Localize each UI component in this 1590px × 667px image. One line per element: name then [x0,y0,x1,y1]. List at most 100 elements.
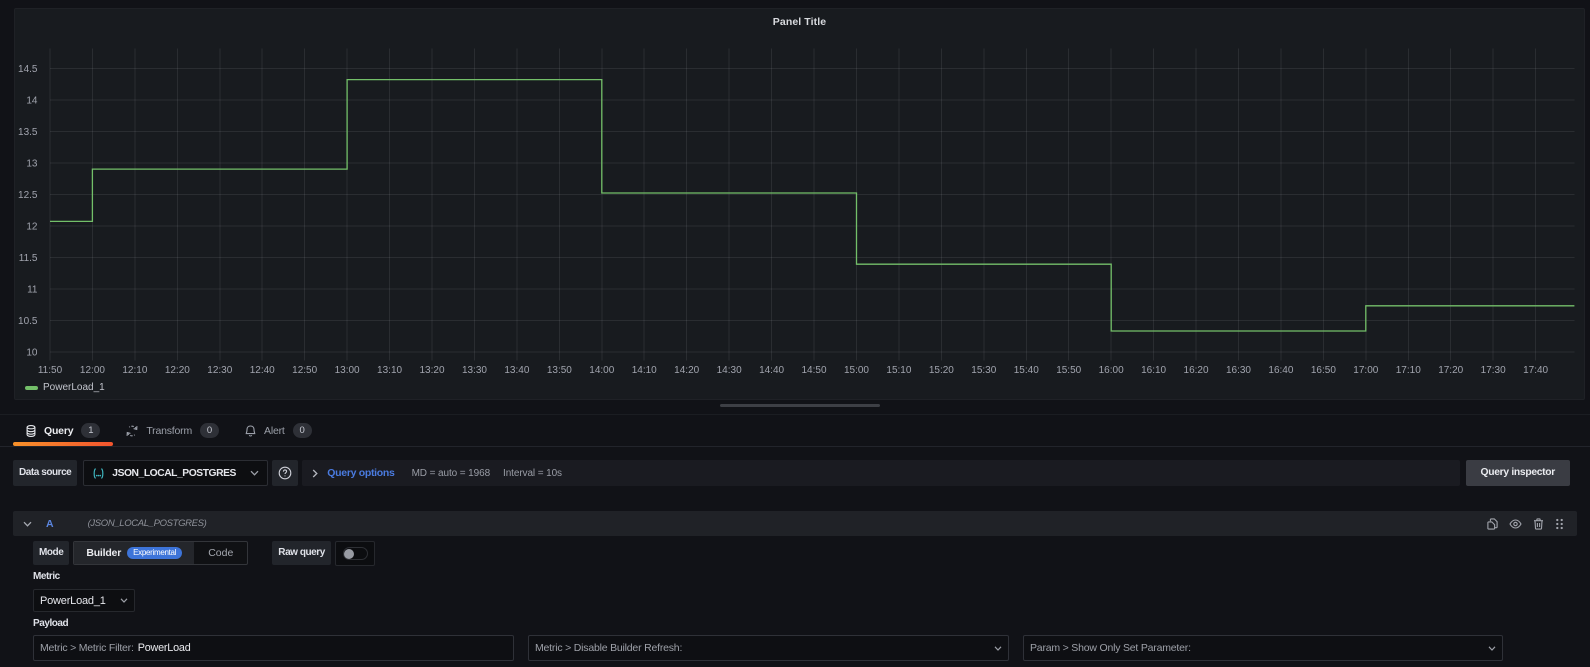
chevron-down-icon [1488,646,1496,651]
svg-text:12:50: 12:50 [292,365,317,376]
svg-text:13:00: 13:00 [335,365,360,376]
database-icon [26,425,36,437]
chevron-right-icon [312,469,318,478]
timeseries-panel: 1010.51111.51212.51313.51414.511:5012:00… [14,8,1585,400]
chevron-down-icon [250,470,259,476]
remove-query-trash-icon[interactable] [1533,518,1544,530]
svg-text:12:40: 12:40 [250,365,275,376]
tab-query[interactable]: Query 1 [13,415,113,446]
mode-option-code[interactable]: Code [194,542,247,564]
metric-select[interactable]: PowerLoad_1 [33,589,135,612]
svg-text:12:10: 12:10 [122,365,147,376]
collapse-chevron-icon[interactable] [23,521,32,527]
chevron-down-icon [120,598,128,603]
svg-text:17:10: 17:10 [1396,365,1421,376]
tab-transform-counter: 0 [200,423,219,438]
tab-query-label: Query [44,425,73,437]
datasource-picker[interactable]: JSON_LOCAL_POSTGRES [83,460,268,486]
query-options-label: Query options [327,467,394,479]
datasource-help-button[interactable] [272,460,298,486]
svg-text:11:50: 11:50 [38,365,63,376]
active-tab-underline [13,442,113,446]
svg-text:13:30: 13:30 [462,365,487,376]
tab-alert-counter: 0 [293,423,312,438]
svg-text:16:40: 16:40 [1268,365,1293,376]
svg-text:13.5: 13.5 [18,127,38,138]
svg-text:14: 14 [26,95,38,106]
mode-row: Mode Builder Experimental Code Raw query [33,541,375,565]
svg-text:15:00: 15:00 [844,365,869,376]
editor-tabbar: Query 1 Transform 0 Alert 0 [0,415,1590,447]
hide-response-eye-icon[interactable] [1509,519,1522,529]
metric-select-value: PowerLoad_1 [40,595,106,607]
payload-label: Payload [33,618,68,629]
svg-text:13: 13 [26,158,38,169]
payload-field-show-only-set-parameter[interactable]: Param > Show Only Set Parameter: [1023,635,1503,661]
code-option-label: Code [208,547,233,559]
svg-text:17:20: 17:20 [1438,365,1463,376]
datasource-label: Data source [13,460,77,486]
svg-text:14:50: 14:50 [802,365,827,376]
svg-text:16:30: 16:30 [1226,365,1251,376]
svg-text:10: 10 [26,347,38,358]
svg-text:15:20: 15:20 [929,365,954,376]
legend-series-label[interactable]: PowerLoad_1 [43,382,105,393]
svg-text:14.5: 14.5 [18,64,38,75]
query-inspector-button[interactable]: Query inspector [1466,460,1570,486]
panel-title: Panel Title [15,16,1584,28]
mode-radio-group: Builder Experimental Code [73,541,248,565]
mode-option-builder[interactable]: Builder Experimental [74,542,194,564]
query-row-header[interactable]: A (JSON_LOCAL_POSTGRES) [13,511,1577,536]
svg-text:16:50: 16:50 [1311,365,1336,376]
query-options-md: MD = auto = 1968 [412,468,490,479]
query-row-actions [1487,518,1564,530]
svg-text:15:10: 15:10 [886,365,911,376]
builder-option-label: Builder [86,547,121,559]
raw-query-label: Raw query [272,541,331,565]
svg-text:11: 11 [27,284,38,295]
payload-fields: Metric > Metric Filter: PowerLoad Metric… [33,635,1503,661]
experimental-badge: Experimental [127,547,182,559]
svg-text:17:40: 17:40 [1523,365,1548,376]
svg-text:13:50: 13:50 [547,365,572,376]
duplicate-query-icon[interactable] [1487,518,1498,530]
tab-query-counter: 1 [81,423,100,438]
query-datasource-hint: (JSON_LOCAL_POSTGRES) [88,518,207,529]
query-toolbar: Data source JSON_LOCAL_POSTGRES [13,460,1570,486]
question-circle-icon [278,466,292,480]
payload-field-label: Param > Show Only Set Parameter: [1030,642,1191,654]
svg-text:14:30: 14:30 [717,365,742,376]
pane-splitter-handle[interactable] [720,404,880,407]
process-icon [126,425,138,437]
svg-text:13:10: 13:10 [377,365,402,376]
metric-label: Metric [33,571,60,582]
svg-text:11.5: 11.5 [19,253,38,264]
svg-text:12:20: 12:20 [165,365,190,376]
payload-field-label: Metric > Metric Filter: [40,642,134,654]
legend: PowerLoad_1 [25,381,105,394]
svg-text:16:20: 16:20 [1184,365,1209,376]
svg-text:12: 12 [26,221,38,232]
payload-field-metric-filter[interactable]: Metric > Metric Filter: PowerLoad [33,635,514,661]
tab-alert[interactable]: Alert 0 [232,415,325,446]
svg-text:16:00: 16:00 [1099,365,1124,376]
svg-text:12:30: 12:30 [207,365,232,376]
svg-text:16:10: 16:10 [1141,365,1166,376]
svg-text:13:40: 13:40 [504,365,529,376]
bell-icon [245,425,256,437]
mode-label: Mode [33,541,69,565]
tab-transform[interactable]: Transform 0 [113,415,232,446]
chevron-down-icon [994,646,1002,651]
svg-text:14:20: 14:20 [674,365,699,376]
payload-field-value: PowerLoad [138,642,191,654]
query-ref-id[interactable]: A [46,518,54,530]
payload-field-disable-builder-refresh[interactable]: Metric > Disable Builder Refresh: [528,635,1009,661]
drag-handle-icon[interactable] [1555,518,1564,530]
svg-text:10.5: 10.5 [18,316,38,327]
query-options-bar[interactable]: Query options MD = auto = 1968 Interval … [302,460,1459,486]
svg-text:17:00: 17:00 [1353,365,1378,376]
json-datasource-icon [92,467,105,480]
legend-series-marker [25,386,38,390]
tab-transform-label: Transform [146,425,192,437]
raw-query-toggle[interactable] [335,541,375,566]
